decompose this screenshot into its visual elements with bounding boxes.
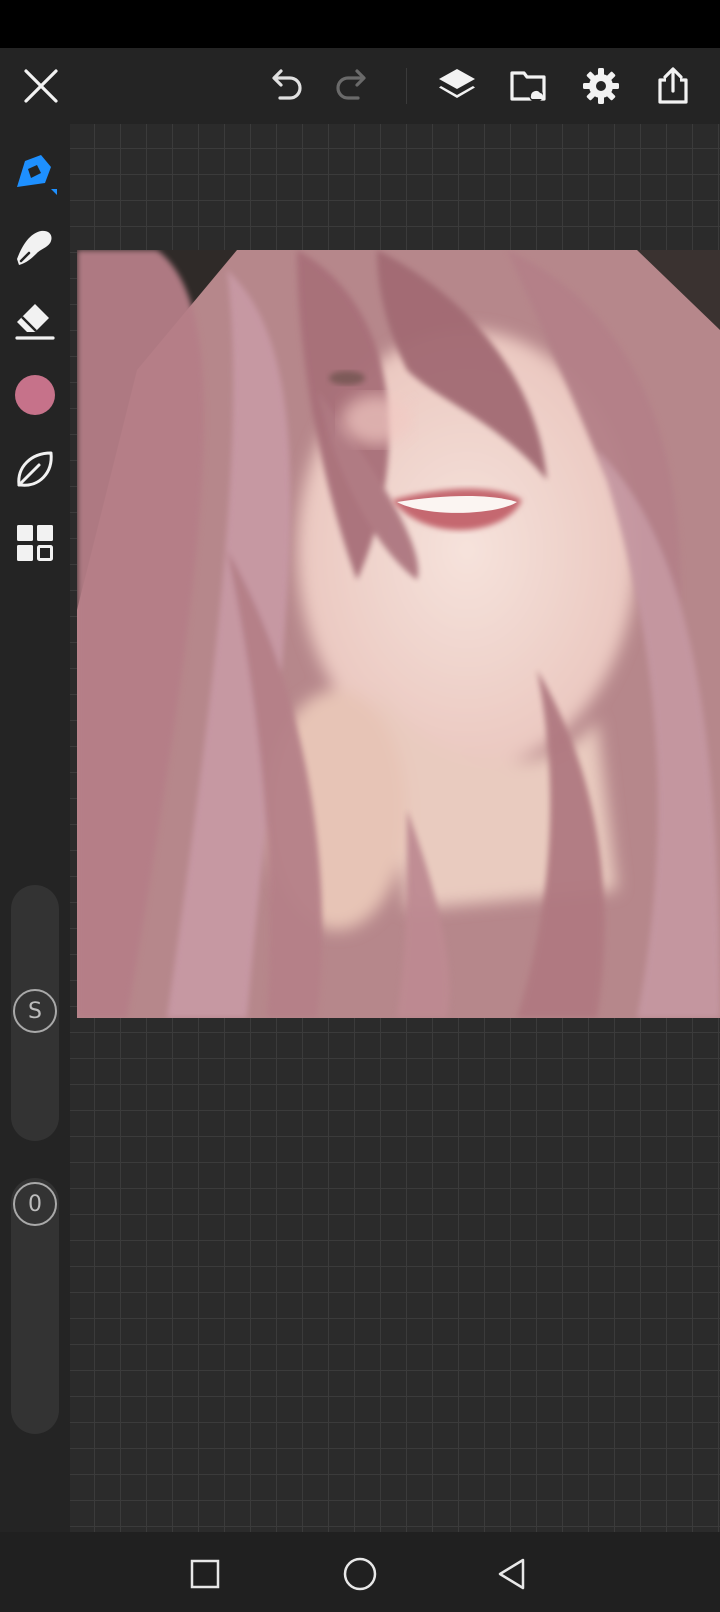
circle-icon — [343, 1557, 377, 1591]
brush-library-tool[interactable] — [10, 444, 60, 494]
brush-tool[interactable] — [10, 150, 60, 200]
system-nav-bar — [0, 1532, 720, 1612]
opacity-slider-knob[interactable]: 0 — [13, 1182, 57, 1226]
color-swatch — [15, 375, 55, 415]
smudge-icon — [17, 230, 52, 265]
layers-button[interactable] — [435, 64, 479, 108]
gear-icon — [583, 68, 619, 104]
smudge-tool[interactable] — [10, 222, 60, 272]
close-icon — [24, 69, 58, 103]
share-button[interactable] — [651, 64, 695, 108]
opacity-slider[interactable]: 0 — [11, 1178, 59, 1434]
redo-icon — [336, 69, 366, 100]
grid-icon — [17, 525, 53, 561]
share-icon — [658, 67, 688, 104]
leaf-icon — [17, 451, 53, 487]
settings-button[interactable] — [579, 64, 623, 108]
toolbar-divider — [406, 68, 407, 104]
redo-button[interactable] — [330, 64, 374, 108]
status-bar — [0, 0, 720, 48]
layers-icon — [439, 69, 475, 98]
back-button[interactable] — [490, 1552, 534, 1596]
color-tool[interactable] — [10, 370, 60, 420]
triangle-back-icon — [498, 1558, 525, 1590]
undo-icon — [272, 69, 302, 100]
artwork-canvas[interactable] — [77, 250, 720, 1018]
size-slider-label: S — [28, 998, 42, 1024]
gallery-folder-icon — [510, 71, 546, 102]
close-button[interactable] — [19, 64, 63, 108]
size-slider-knob[interactable]: S — [13, 989, 57, 1033]
eraser-icon — [15, 304, 55, 340]
eraser-tool[interactable] — [10, 297, 60, 347]
brush-size-slider[interactable]: S — [11, 885, 59, 1141]
painting-image — [77, 250, 720, 1018]
adjustments-tool[interactable] — [10, 518, 60, 568]
home-button[interactable] — [338, 1552, 382, 1596]
square-icon — [190, 1559, 220, 1589]
opacity-slider-label: 0 — [28, 1191, 42, 1217]
undo-button[interactable] — [264, 64, 308, 108]
recents-button[interactable] — [183, 1552, 227, 1596]
brush-icon — [17, 155, 57, 195]
gallery-button[interactable] — [507, 64, 551, 108]
left-toolbar: S 0 — [0, 124, 70, 1532]
top-toolbar — [0, 48, 720, 124]
